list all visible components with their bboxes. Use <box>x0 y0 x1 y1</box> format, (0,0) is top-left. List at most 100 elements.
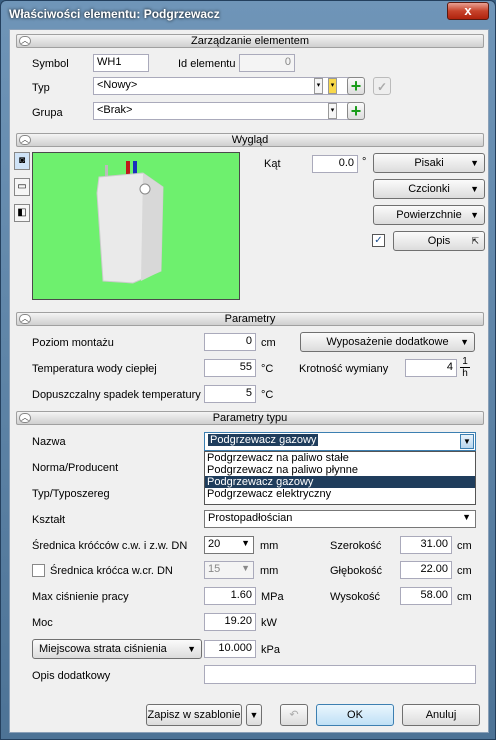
shape-select[interactable]: Prostopadłościan ▼ <box>204 510 476 528</box>
group-label: Grupa <box>32 107 63 119</box>
save-template-menu-button[interactable]: ▼ <box>246 704 262 726</box>
popout-icon: ⇱ <box>471 236 479 246</box>
list-item[interactable]: Podgrzewacz na paliwo stałe <box>205 452 475 464</box>
pens-button[interactable]: Pisaki ▼ <box>373 153 485 173</box>
section-appearance-header[interactable]: ︿ Wygląd <box>16 133 484 147</box>
type-value: <Nowy> <box>97 79 138 91</box>
chevron-up-icon: ︿ <box>19 135 31 145</box>
dncr-select: 15 ▼ <box>204 561 254 579</box>
norm-label: Norma/Producent <box>32 462 119 474</box>
shape-label: Kształt <box>32 514 66 526</box>
height-unit: cm <box>457 591 472 603</box>
temp-drop-unit: °C <box>261 389 274 401</box>
exchange-rate-input[interactable]: 4 <box>405 359 457 377</box>
extra-equipment-button[interactable]: Wyposażenie dodatkowe ▼ <box>300 332 475 352</box>
add-type-button[interactable]: + <box>347 77 365 95</box>
temp-drop-input[interactable]: 5 <box>204 385 256 403</box>
cancel-button[interactable]: Anuluj <box>402 704 480 726</box>
dropdown-arrow-icon: ▼ <box>187 644 196 654</box>
height-input[interactable]: 58.00 <box>400 587 452 605</box>
close-button[interactable]: x <box>447 2 489 20</box>
camera-view-icon[interactable]: ◙ <box>14 152 30 170</box>
dropdown-arrow-icon: ▼ <box>241 563 250 573</box>
group-lookup-icon[interactable]: ▾ <box>328 103 337 119</box>
confirm-type-button[interactable]: ✓ <box>373 77 391 95</box>
surfaces-button[interactable]: Powierzchnie ▼ <box>373 205 485 225</box>
depth-input[interactable]: 22.00 <box>400 561 452 579</box>
add-group-button[interactable]: + <box>347 102 365 120</box>
name-dropdown-list: Podgrzewacz na paliwo stałe Podgrzewacz … <box>204 451 476 505</box>
ok-button[interactable]: OK <box>316 704 394 726</box>
depth-label: Głębokość <box>330 565 382 577</box>
preview-image <box>32 152 240 300</box>
height-label: Wysokość <box>330 591 381 603</box>
hot-water-temp-input[interactable]: 55 <box>204 359 256 377</box>
section-params-header[interactable]: ︿ Parametry <box>16 312 484 326</box>
dncr-label: Średnica króćca w.cr. DN <box>50 565 173 577</box>
angle-unit: ° <box>362 156 367 168</box>
undo-icon: ↶ <box>289 709 299 721</box>
angle-label: Kąt <box>264 158 281 170</box>
exchange-rate-unit: 1h <box>460 356 470 379</box>
hot-water-temp-label: Temperatura wody ciepłej <box>32 363 157 375</box>
power-label: Moc <box>32 617 53 629</box>
dropdown-arrow-icon: ▼ <box>470 210 479 220</box>
width-label: Szerokość <box>330 540 382 552</box>
group-value: <Brak> <box>97 104 133 116</box>
fonts-button[interactable]: Czcionki ▼ <box>373 179 485 199</box>
hot-water-temp-unit: °C <box>261 363 274 375</box>
temp-drop-label: Dopuszczalny spadek temperatury <box>32 389 201 401</box>
section-management-header[interactable]: ︿ Zarządzanie elementem <box>16 34 484 48</box>
dropdown-arrow-icon: ▼ <box>241 538 250 548</box>
chevron-up-icon: ︿ <box>19 413 31 423</box>
exchange-rate-label: Krotność wymiany <box>299 363 389 375</box>
window-title: Właściwości elementu: Podgrzewacz <box>9 7 220 21</box>
dropdown-arrow-icon: ▼ <box>470 158 479 168</box>
mount-height-input[interactable]: 0 <box>204 333 256 351</box>
width-unit: cm <box>457 540 472 552</box>
group-field[interactable]: <Brak> <box>93 102 351 120</box>
description-button[interactable]: Opis ⇱ <box>393 231 485 251</box>
symbol-label: Symbol <box>32 58 69 70</box>
width-input[interactable]: 31.00 <box>400 536 452 554</box>
name-select[interactable]: Podgrzewacz gazowy <box>204 432 476 451</box>
folder-view-icon[interactable]: ▭ <box>14 178 30 196</box>
local-loss-select-button[interactable]: Miejscowa strata ciśnienia ▼ <box>32 639 202 659</box>
element-id-label: Id elementu <box>178 58 236 70</box>
pressure-input[interactable]: 1.60 <box>204 587 256 605</box>
type-field[interactable]: <Nowy> <box>93 77 351 95</box>
dncr-checkbox[interactable] <box>32 564 45 577</box>
description-checkbox[interactable]: ✓ <box>372 234 385 247</box>
undo-button[interactable]: ↶ <box>280 704 308 726</box>
type-lookup-icon[interactable]: ▾ <box>314 78 323 94</box>
local-loss-unit: kPa <box>261 644 280 656</box>
save-template-button[interactable]: Zapisz w szablonie <box>146 704 242 726</box>
symbol-input[interactable]: WH1 <box>93 54 149 72</box>
extra-desc-label: Opis dodatkowy <box>32 670 111 682</box>
name-dropdown-arrow-icon[interactable]: ▼ <box>460 434 474 449</box>
power-input[interactable]: 19.20 <box>204 613 256 631</box>
local-loss-input[interactable]: 10.000 <box>204 640 256 658</box>
list-item[interactable]: Podgrzewacz elektryczny <box>205 488 475 500</box>
depth-unit: cm <box>457 565 472 577</box>
extra-desc-input[interactable] <box>204 665 476 684</box>
dn-label: Średnica króćców c.w. i z.w. DN <box>32 540 188 552</box>
dialog-window: Właściwości elementu: Podgrzewacz x ︿ Zar… <box>0 0 496 740</box>
type-label: Typ <box>32 82 50 94</box>
series-label: Typ/Typoszereg <box>32 488 110 500</box>
angle-input[interactable]: 0.0 <box>312 155 358 173</box>
dropdown-arrow-icon: ▼ <box>462 512 471 522</box>
dropdown-arrow-icon: ▼ <box>460 337 469 347</box>
mount-height-label: Poziom montażu <box>32 337 114 349</box>
chevron-up-icon: ︿ <box>19 36 31 46</box>
section-type-params-header[interactable]: ︿ Parametry typu <box>16 411 484 425</box>
dn-select[interactable]: 20 ▼ <box>204 536 254 554</box>
element-id-field: 0 <box>239 54 295 72</box>
list-item[interactable]: Podgrzewacz na paliwo płynne <box>205 464 475 476</box>
dncr-unit: mm <box>260 565 279 577</box>
dn-unit: mm <box>260 540 279 552</box>
3d-box-view-icon[interactable]: ◧ <box>14 204 30 222</box>
type-template-icon[interactable]: ▾ <box>328 78 337 94</box>
list-item[interactable]: Podgrzewacz gazowy <box>205 476 475 488</box>
mount-height-unit: cm <box>261 337 276 349</box>
